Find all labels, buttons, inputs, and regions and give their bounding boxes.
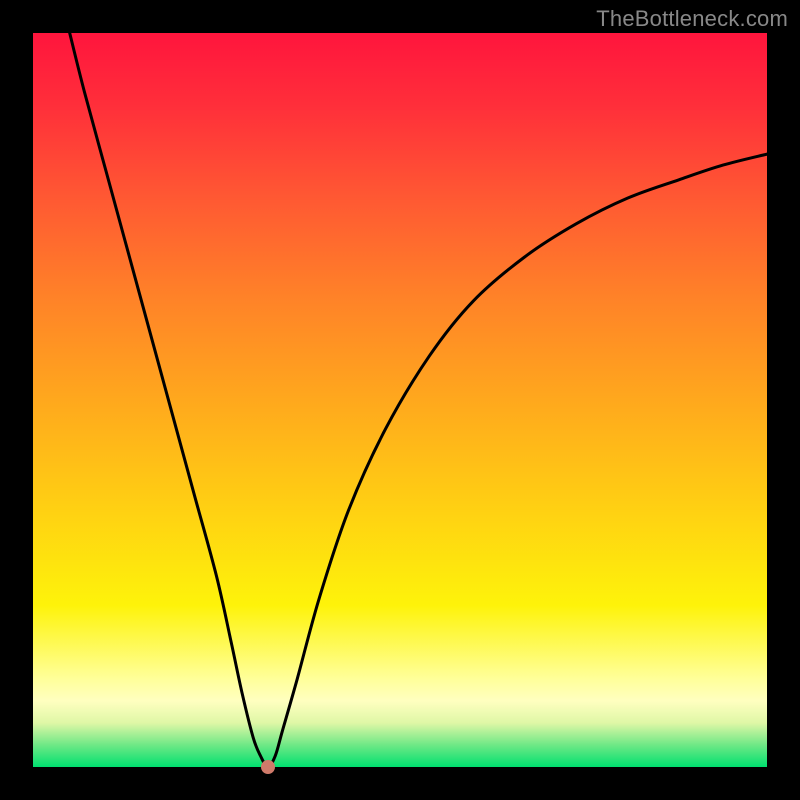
chart-frame: TheBottleneck.com xyxy=(0,0,800,800)
watermark-text: TheBottleneck.com xyxy=(596,6,788,32)
plot-area xyxy=(33,33,767,767)
bottleneck-curve xyxy=(33,33,767,767)
minimum-marker xyxy=(261,760,275,774)
